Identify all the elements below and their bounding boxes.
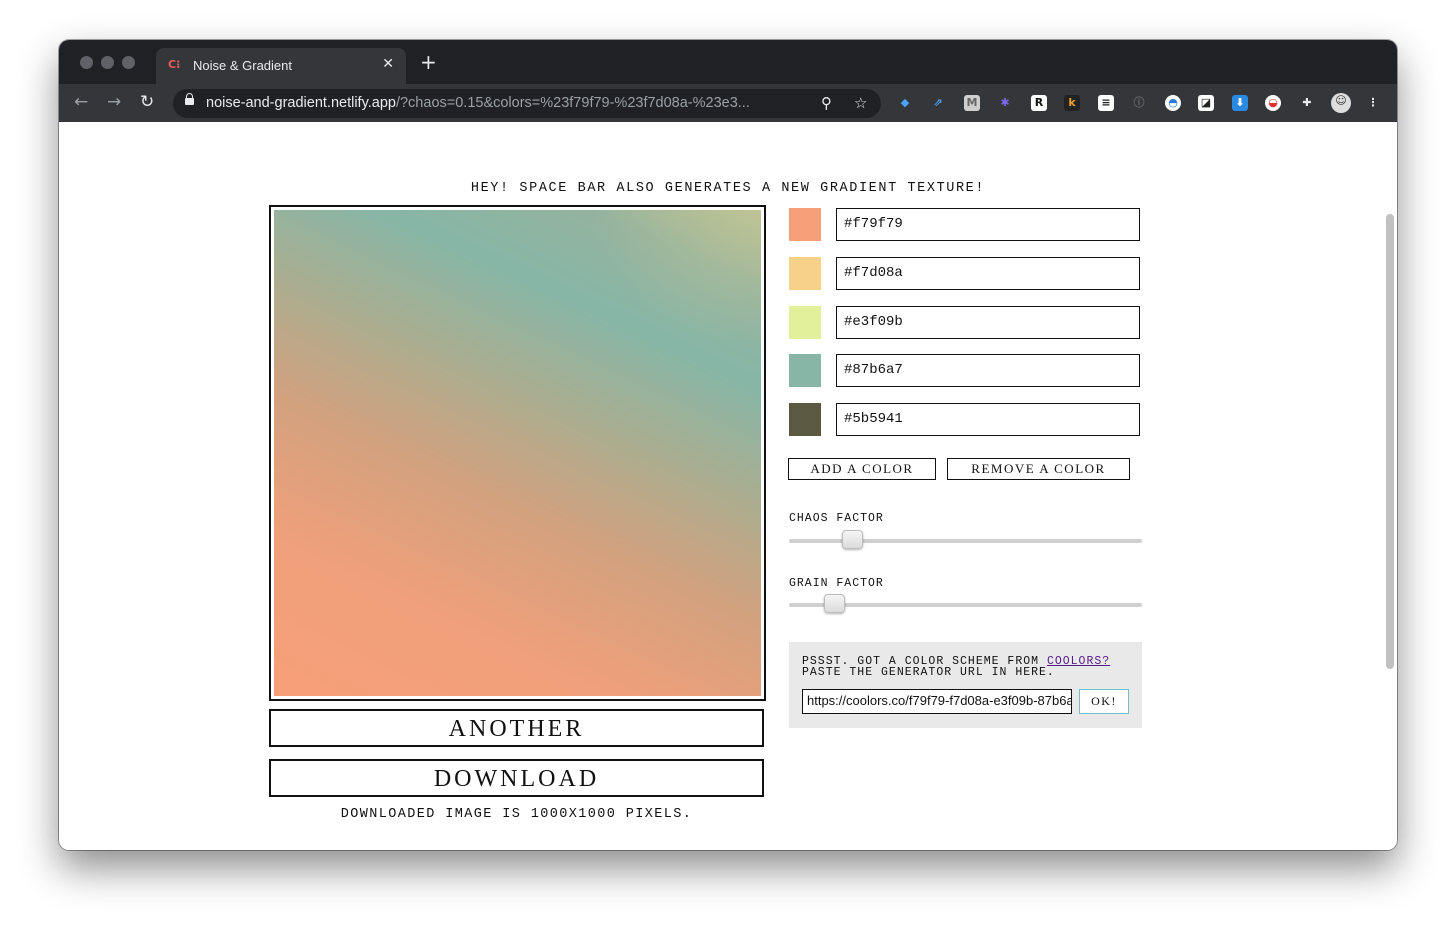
arrow-right-icon[interactable]: → [107, 92, 121, 112]
color-hex-input-4[interactable]: #87b6a7 [836, 354, 1140, 387]
gem-extension-icon[interactable]: ◆ [897, 95, 913, 111]
kebab-menu-icon[interactable]: ⋮ [1365, 95, 1381, 111]
avatar[interactable]: ☺ [1331, 93, 1351, 113]
minimize-window-button[interactable] [101, 56, 114, 69]
browser-window: C⁝ Noise & Gradient ✕ + ← → ↻ noise-and-… [59, 40, 1397, 850]
coolors-import-panel: PSSST. GOT A COLOR SCHEME FROM COOLORS? … [789, 642, 1142, 728]
address-bar[interactable]: noise-and-gradient.netlify.app/?chaos=0.… [173, 89, 881, 118]
grain-slider-thumb[interactable] [824, 594, 845, 613]
color-swatch-3[interactable] [789, 306, 821, 339]
another-button[interactable]: ANOTHER [269, 709, 764, 747]
coolors-link[interactable]: COOLORS? [1047, 655, 1110, 668]
color-hex-input-5[interactable]: #5b5941 [836, 403, 1140, 436]
puzzle-icon[interactable]: ✚ [1299, 95, 1315, 111]
favicon-icon: C⁝ [168, 58, 181, 71]
title-bar: C⁝ Noise & Gradient ✕ + [59, 40, 1397, 84]
chaos-factor-slider[interactable] [789, 530, 1142, 549]
window-controls [80, 56, 135, 69]
tab-title: Noise & Gradient [193, 58, 292, 73]
grain-factor-slider[interactable] [789, 594, 1142, 613]
close-window-button[interactable] [80, 56, 93, 69]
grain-factor-label: GRAIN FACTOR [789, 577, 884, 590]
gradient-preview-frame [269, 205, 766, 701]
reload-icon[interactable]: ↻ [140, 92, 154, 112]
color-hex-input-3[interactable]: #e3f09b [836, 306, 1140, 339]
page-viewport: HEY! SPACE BAR ALSO GENERATES A NEW GRAD… [59, 122, 1397, 850]
browser-toolbar: ← → ↻ noise-and-gradient.netlify.app/?ch… [59, 84, 1397, 122]
space-bar-hint: HEY! SPACE BAR ALSO GENERATES A NEW GRAD… [470, 181, 986, 196]
snowflake-extension-icon[interactable]: ✱ [997, 95, 1013, 111]
gradient-canvas [274, 210, 761, 696]
chaos-factor-label: CHAOS FACTOR [789, 512, 884, 525]
color-swatch-4[interactable] [789, 354, 821, 387]
r-extension-icon[interactable]: R [1031, 95, 1047, 111]
k-extension-icon[interactable]: k [1064, 95, 1080, 111]
color-swatch-2[interactable] [789, 257, 821, 290]
pokeball-extension-icon[interactable]: ◒ [1265, 95, 1281, 111]
arrow-left-icon[interactable]: ← [74, 92, 88, 112]
share-extension-icon[interactable]: ⇗ [930, 95, 946, 111]
browser-tab[interactable]: C⁝ Noise & Gradient ✕ [156, 48, 406, 84]
color-swatch-1[interactable] [789, 208, 821, 241]
magnifier-icon[interactable]: ⚲ [821, 94, 832, 112]
chaos-slider-thumb[interactable] [842, 530, 863, 549]
url-text[interactable]: noise-and-gradient.netlify.app/?chaos=0.… [206, 95, 776, 111]
circle-extension-icon[interactable]: ◓ [1165, 95, 1181, 111]
download-size-note: DOWNLOADED IMAGE IS 1000X1000 PIXELS. [340, 807, 693, 822]
m-extension-icon[interactable]: M [964, 95, 980, 111]
add-color-button[interactable]: ADD A COLOR [788, 458, 936, 480]
list-extension-icon[interactable]: ≡ [1098, 95, 1114, 111]
color-swatch-5[interactable] [789, 403, 821, 436]
new-tab-button[interactable]: + [420, 52, 437, 72]
color-hex-input-2[interactable]: #f7d08a [836, 257, 1140, 290]
ok-button[interactable]: OK! [1079, 689, 1129, 714]
scrollbar[interactable] [1386, 214, 1394, 669]
lock-icon [185, 93, 194, 105]
download-button[interactable]: DOWNLOAD [269, 759, 764, 797]
color-hex-input-1[interactable]: #f79f79 [836, 208, 1140, 241]
remove-color-button[interactable]: REMOVE A COLOR [947, 458, 1130, 480]
edit-extension-icon[interactable]: ◪ [1198, 95, 1214, 111]
download-extension-icon[interactable]: ⬇ [1232, 95, 1248, 111]
coolors-instructions: PSSST. GOT A COLOR SCHEME FROM COOLORS? … [802, 655, 1111, 679]
maximize-window-button[interactable] [122, 56, 135, 69]
info-extension-icon[interactable]: ⓘ [1131, 95, 1147, 111]
star-icon[interactable]: ☆ [854, 94, 867, 112]
close-icon[interactable]: ✕ [382, 56, 394, 72]
coolors-url-input[interactable]: https://coolors.co/f79f79-f7d08a-e3f09b-… [802, 689, 1072, 714]
gradient-highlight [591, 210, 761, 350]
